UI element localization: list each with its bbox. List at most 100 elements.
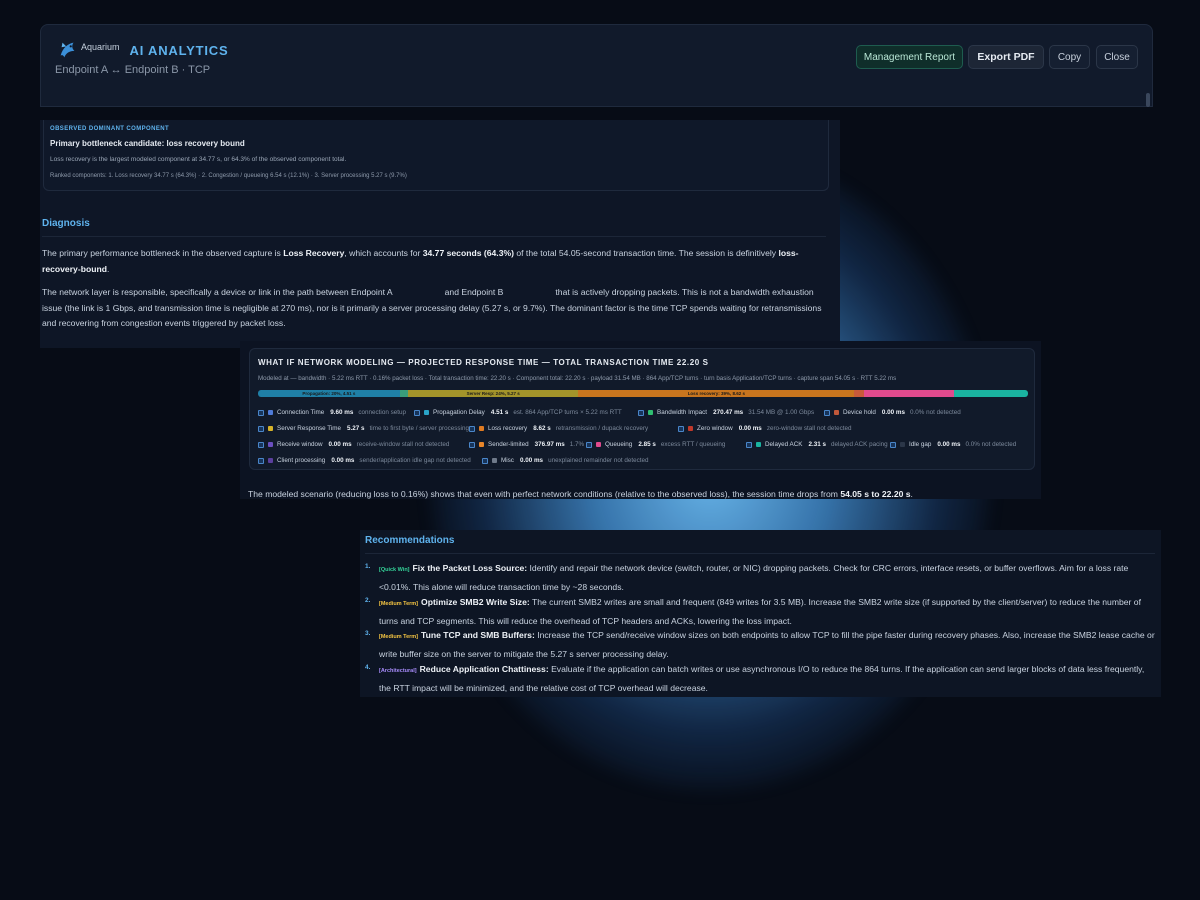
legend-value: 5.27 s bbox=[347, 425, 365, 432]
component-checkbox[interactable] bbox=[469, 441, 475, 448]
recommendations-panel: Recommendations 1. [Quick Win] Fix the Pa… bbox=[360, 530, 1161, 697]
component-checkbox[interactable] bbox=[482, 457, 488, 464]
dominant-title: Primary bottleneck candidate: loss recov… bbox=[50, 139, 245, 148]
legend-label: Client processing bbox=[277, 457, 326, 464]
item-number: 1. bbox=[365, 563, 371, 570]
legend-value: 2.31 s bbox=[808, 441, 826, 448]
legend-item[interactable]: Bandwidth Impact 270.47 ms 31.54 MB @ 1.00… bbox=[638, 409, 814, 416]
recommendation-item: 4. [Architectural] Reduce Application Cha… bbox=[365, 661, 1155, 696]
analytics-header: Aquarium AI ANALYTICS Endpoint A ↔ Endpo… bbox=[40, 24, 1153, 107]
legend-value: 0.00 ms bbox=[881, 409, 906, 416]
legend-label: Receive window bbox=[277, 441, 323, 448]
dominant-eyebrow: OBSERVED DOMINANT COMPONENT bbox=[50, 126, 170, 132]
legend-swatch bbox=[756, 442, 761, 447]
legend-label: Delayed ACK bbox=[765, 441, 803, 448]
dominant-component-card: OBSERVED DOMINANT COMPONENT Primary bott… bbox=[43, 120, 829, 191]
component-checkbox[interactable] bbox=[746, 441, 752, 448]
close-button[interactable]: Close bbox=[1096, 45, 1138, 69]
legend-note: time to first byte / server processing bbox=[369, 425, 469, 432]
what-if-card: WHAT IF NETWORK MODELING — PROJECTED RES… bbox=[249, 348, 1035, 470]
bar-segment bbox=[863, 390, 955, 397]
legend-item[interactable]: Client processing 0.00 ms sender/applicati… bbox=[258, 457, 471, 464]
legend-label: Connection Time bbox=[277, 409, 325, 416]
component-checkbox[interactable] bbox=[638, 409, 644, 416]
legend-note: 1.7% bbox=[569, 441, 585, 448]
component-checkbox[interactable] bbox=[258, 457, 264, 464]
what-if-title: WHAT IF NETWORK MODELING — PROJECTED RES… bbox=[258, 358, 709, 367]
bar-segment bbox=[399, 390, 409, 397]
legend-item[interactable]: Misc 0.00 ms unexplained remainder not det… bbox=[482, 457, 649, 464]
text-bold: 34.77 seconds (64.3%) bbox=[422, 248, 514, 258]
text-bold: Loss Recovery bbox=[283, 248, 345, 258]
recommendations-heading: Recommendations bbox=[365, 535, 455, 546]
component-checkbox[interactable] bbox=[586, 441, 592, 448]
legend-note: connection setup bbox=[358, 409, 406, 416]
legend-label: Bandwidth Impact bbox=[657, 409, 708, 416]
logo-text: Aquarium bbox=[81, 42, 120, 52]
component-checkbox[interactable] bbox=[258, 441, 264, 448]
legend-value: 2.85 s bbox=[638, 441, 656, 448]
legend-label: Zero window bbox=[697, 425, 733, 432]
text-segment: and Endpoint B bbox=[444, 287, 504, 297]
legend-item[interactable]: Server Response Time 5.27 s time to first … bbox=[258, 425, 469, 432]
legend-value: 376.97 ms bbox=[534, 441, 565, 448]
copy-button[interactable]: Copy bbox=[1049, 45, 1090, 69]
legend-item[interactable]: Sender-limited 376.97 ms 1.7% bbox=[469, 441, 584, 448]
legend-note: sender/application idle gap not detected bbox=[359, 457, 471, 464]
legend-swatch bbox=[268, 410, 273, 415]
legend-swatch bbox=[268, 442, 273, 447]
text-segment: . bbox=[106, 263, 110, 274]
brand: Aquarium AI ANALYTICS bbox=[57, 39, 228, 61]
what-if-meta: Modeled at — bandwidth · 5.22 ms RTT · 0… bbox=[258, 375, 897, 382]
legend-value: 0.00 ms bbox=[331, 457, 355, 464]
legend-swatch bbox=[268, 426, 273, 431]
component-checkbox[interactable] bbox=[258, 409, 264, 416]
text-segment: , which accounts for bbox=[344, 248, 423, 258]
legend-swatch bbox=[688, 426, 693, 431]
divider bbox=[42, 236, 826, 237]
legend-item[interactable]: Propagation Delay 4.51 s est. 864 App/TCP … bbox=[414, 409, 622, 416]
divider bbox=[365, 553, 1155, 554]
management-report-button[interactable]: Management Report bbox=[856, 45, 963, 69]
legend-note: est. 864 App/TCP turns × 5.22 ms RTT bbox=[513, 409, 622, 416]
legend-swatch bbox=[424, 410, 429, 415]
connection-subtitle: Endpoint A ↔ Endpoint B · TCP bbox=[55, 64, 211, 76]
priority-tag: [Quick Win] bbox=[379, 567, 410, 573]
legend-note: retransmission / dupack recovery bbox=[555, 425, 649, 432]
legend-value: 270.47 ms bbox=[713, 409, 744, 416]
legend-swatch bbox=[596, 442, 601, 447]
legend-item[interactable]: Zero window 0.00 ms zero-window stall not … bbox=[678, 425, 852, 432]
text-bold: 54.05 s to 22.20 s bbox=[840, 489, 911, 499]
legend-item[interactable]: Idle gap 0.00 ms 0.0% not detected bbox=[890, 441, 1016, 448]
legend-label: Server Response Time bbox=[277, 425, 342, 432]
component-checkbox[interactable] bbox=[678, 425, 684, 432]
ranked-components: Ranked components: 1. Loss recovery 34.7… bbox=[50, 173, 407, 179]
dominant-summary: Loss recovery is the largest modeled com… bbox=[50, 156, 347, 163]
legend-swatch bbox=[268, 458, 273, 463]
legend-item[interactable]: Queueing 2.85 s excess RTT / queueing bbox=[586, 441, 725, 448]
legend-note: excess RTT / queueing bbox=[660, 441, 726, 448]
recommendation-item: 1. [Quick Win] Fix the Packet Loss Source… bbox=[365, 560, 1155, 595]
legend-label: Loss recovery bbox=[488, 425, 528, 432]
legend-item[interactable]: Loss recovery 8.62 s retransmission / dupa… bbox=[469, 425, 648, 432]
legend-note: receive-window stall not detected bbox=[356, 441, 450, 448]
export-pdf-button[interactable]: Export PDF bbox=[968, 45, 1044, 69]
component-checkbox[interactable] bbox=[824, 409, 830, 416]
app-title: AI ANALYTICS bbox=[129, 42, 229, 58]
legend-label: Idle gap bbox=[909, 441, 932, 448]
legend-item[interactable]: Delayed ACK 2.31 s delayed ACK pacing bbox=[746, 441, 888, 448]
component-checkbox[interactable] bbox=[258, 425, 264, 432]
legend-label: Device hold bbox=[843, 409, 876, 416]
text-segment: The modeled scenario (reducing loss to 0… bbox=[248, 489, 841, 499]
legend-label: Propagation Delay bbox=[433, 409, 485, 416]
component-checkbox[interactable] bbox=[414, 409, 420, 416]
component-checkbox[interactable] bbox=[890, 441, 896, 448]
component-checkbox[interactable] bbox=[469, 425, 475, 432]
legend-item[interactable]: Receive window 0.00 ms receive-window stal… bbox=[258, 441, 449, 448]
priority-tag: [Medium Term] bbox=[379, 634, 419, 640]
legend-item[interactable]: Device hold 0.00 ms 0.0% not detected bbox=[824, 409, 961, 416]
scrollbar-thumb[interactable] bbox=[1146, 93, 1150, 107]
recommendation-item: 2. [Medium Term] Optimize SMB2 Write Size… bbox=[365, 594, 1155, 629]
legend-swatch bbox=[492, 458, 497, 463]
legend-item[interactable]: Connection Time 9.60 ms connection setup bbox=[258, 409, 406, 416]
